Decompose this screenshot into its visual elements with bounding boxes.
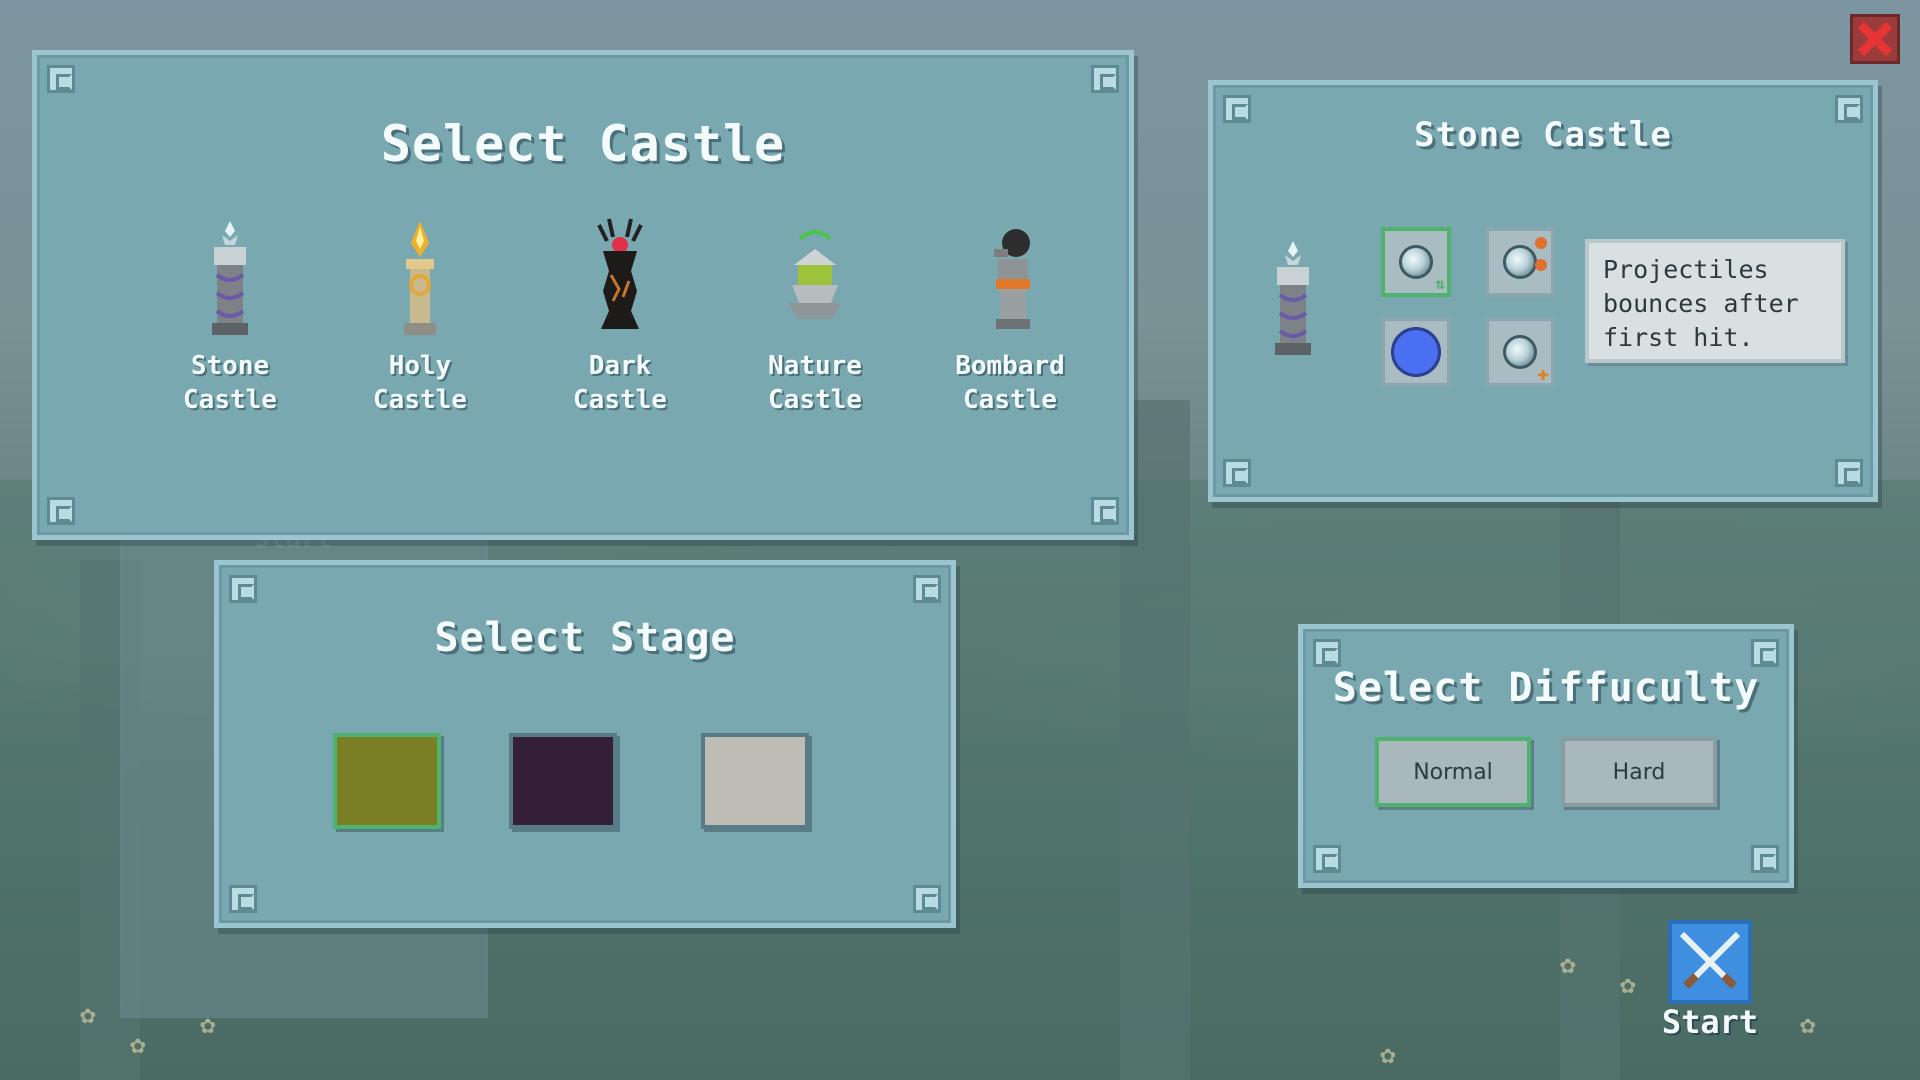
corner-ornament-icon [1091,65,1119,93]
castle-name-line1: Nature [768,351,862,381]
dark-tower-icon [597,218,643,329]
castle-name-line2: Castle [573,385,667,415]
corner-ornament-icon [229,885,257,913]
castle-detail-panel: Stone Castle ⇅ ✚ Projectiles bounces aft… [1208,80,1878,502]
background-flower: ✿ [1560,950,1576,980]
castle-option-dark[interactable]: Dark Castle [545,215,695,417]
castle-option-bombard[interactable]: Bombard Castle [935,215,1085,417]
plus-icon: ✚ [1536,361,1549,385]
castle-option-holy[interactable]: Holy Castle [345,215,495,417]
blue-orb-upgrade-icon [1391,327,1441,377]
background-flower: ✿ [1620,970,1636,1000]
corner-ornament-icon [1835,459,1863,487]
castle-description: Projectiles bounces after first hit. [1585,239,1845,363]
corner-ornament-icon [1313,639,1341,667]
background-flower: ✿ [1380,1040,1396,1070]
corner-ornament-icon [1751,845,1779,873]
stone-tower-icon [1275,241,1311,355]
swap-arrows-icon: ⇅ [1435,274,1445,293]
upgrade-slot-add-projectile[interactable]: ✚ [1485,317,1555,387]
castle-name-line1: Stone [190,351,270,381]
castle-name-line1: Dark [588,351,652,381]
difficulty-normal-button[interactable]: Normal [1375,737,1531,807]
background-flower: ✿ [130,1030,146,1060]
castle-name-line1: Bombard [955,351,1065,381]
castle-name-line2: Castle [963,385,1057,415]
bounce-upgrade-icon [1399,245,1433,279]
crossed-swords-icon [1668,920,1752,1004]
castle-name-line1: Holy [388,351,452,381]
add-projectile-upgrade-icon [1503,335,1537,369]
background-flower: ✿ [80,1000,96,1030]
stone-tower-icon [212,221,248,335]
select-castle-panel: Select Castle Stone Castle Holy Castle D… [32,50,1134,540]
castle-name-line2: Castle [768,385,862,415]
corner-ornament-icon [229,575,257,603]
bombard-tower-icon [994,229,1030,329]
castle-name-line2: Castle [373,385,467,415]
upgrade-slot-bounce[interactable]: ⇅ [1381,227,1451,297]
close-icon [1857,21,1893,57]
corner-ornament-icon [913,575,941,603]
start-label: Start [1661,1003,1759,1041]
nature-tower-icon [788,230,842,319]
background-flower: ✿ [1800,1010,1816,1040]
castle-option-stone[interactable]: Stone Castle [155,215,305,417]
corner-ornament-icon [47,497,75,525]
select-difficulty-panel: Select Diffuculty Normal Hard [1298,624,1794,888]
stage-option-grass[interactable] [333,733,441,829]
close-button[interactable] [1850,14,1900,64]
corner-ornament-icon [1313,845,1341,873]
select-castle-title: Select Castle [380,115,786,173]
corner-ornament-icon [1091,497,1119,525]
upgrade-slot-blue-orb[interactable] [1381,317,1451,387]
multishot-upgrade-icon [1503,245,1537,279]
castle-detail-title: Stone Castle [1414,115,1672,155]
holy-tower-icon [404,221,436,335]
orange-dot-icon [1535,237,1547,249]
select-stage-panel: Select Stage [214,560,956,928]
stage-option-dark[interactable] [509,733,617,829]
background-flower: ✿ [200,1010,216,1040]
corner-ornament-icon [1223,459,1251,487]
castle-name-line2: Castle [183,385,277,415]
corner-ornament-icon [913,885,941,913]
castle-option-nature[interactable]: Nature Castle [740,215,890,417]
corner-ornament-icon [1751,639,1779,667]
select-stage-title: Select Stage [434,615,736,661]
orange-dot-icon [1535,259,1547,271]
corner-ornament-icon [47,65,75,93]
upgrade-slot-multishot[interactable] [1485,227,1555,297]
select-difficulty-title: Select Diffuculty [1332,665,1760,711]
stage-option-stone[interactable] [701,733,809,829]
start-button[interactable]: Start [1660,920,1760,1040]
difficulty-hard-button[interactable]: Hard [1561,737,1717,807]
